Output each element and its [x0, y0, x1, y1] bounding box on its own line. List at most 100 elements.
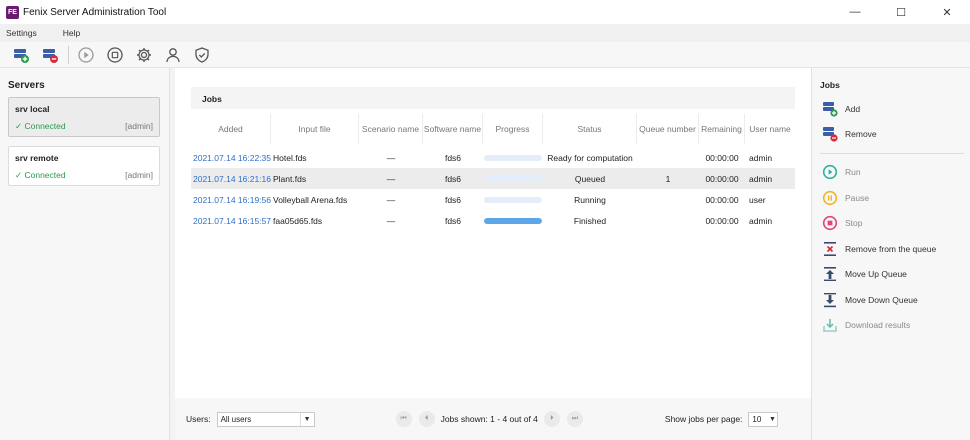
- table-row[interactable]: 2021.07.14 16:22:35 Hotel.fds — fds6 Ready f…: [191, 147, 795, 168]
- server-status: ✓ Connected: [15, 121, 66, 131]
- move-down-icon: [824, 293, 836, 308]
- add-server-button[interactable]: [10, 44, 32, 66]
- stop-server-button[interactable]: [104, 44, 126, 66]
- cell-queue-number: 1: [665, 173, 671, 184]
- cell-progress: [483, 210, 543, 231]
- cell-progress: [483, 147, 543, 168]
- cell-progress: [483, 168, 543, 189]
- cell-status: Ready for computation: [547, 152, 633, 163]
- remove-job-button[interactable]: Remove: [822, 125, 877, 143]
- stop-job-button[interactable]: Stop: [822, 214, 863, 232]
- remove-job-icon: [823, 127, 838, 142]
- progress-fill: [484, 217, 542, 224]
- cell-scenario-name: —: [386, 194, 396, 205]
- column-scenario-name[interactable]: Scenario name: [359, 114, 423, 144]
- server-status: ✓ Connected: [15, 170, 66, 180]
- cell-remaining: 00:00:00: [705, 215, 739, 226]
- column-added[interactable]: Added: [191, 114, 271, 144]
- minimize-button[interactable]: —: [832, 0, 878, 24]
- action-label: Remove: [845, 129, 877, 139]
- column-queue-number[interactable]: Queue number: [637, 114, 699, 144]
- server-role: [admin]: [125, 170, 153, 180]
- remove-server-icon: [43, 48, 58, 63]
- actions-separator: [820, 153, 964, 154]
- settings-button[interactable]: [133, 44, 155, 66]
- cell-input-file: faa05d65.fds: [273, 215, 323, 226]
- cell-user-name: admin: [749, 215, 773, 226]
- column-user-name[interactable]: User name: [745, 114, 795, 144]
- first-page-button[interactable]: ⏮: [395, 411, 412, 427]
- app-icon: FE: [6, 5, 19, 19]
- column-remaining[interactable]: Remaining: [699, 114, 745, 144]
- column-software-name[interactable]: Software name: [423, 114, 483, 144]
- previous-page-button[interactable]: ⏴: [418, 411, 435, 427]
- add-job-button[interactable]: Add: [822, 100, 860, 118]
- window-title: Fenix Server Administration Tool: [23, 6, 167, 18]
- per-page-select[interactable]: 10 ▼: [748, 411, 779, 427]
- remove-from-queue-button[interactable]: Remove from the queue: [822, 240, 936, 258]
- table-row[interactable]: 2021.07.14 16:15:57 faa05d65.fds — fds6 Fini…: [191, 210, 795, 231]
- cell-added: 2021.07.14 16:19:56: [193, 194, 271, 205]
- maximize-button[interactable]: ☐: [878, 0, 924, 24]
- action-label: Move Down Queue: [845, 295, 918, 305]
- security-button[interactable]: [191, 44, 213, 66]
- cell-user-name: admin: [749, 152, 773, 163]
- users-filter-select[interactable]: All users ▼: [216, 411, 315, 427]
- add-server-icon: [14, 48, 29, 63]
- jobs-shown-count: Jobs shown: 1 - 4 out of 4: [440, 414, 538, 424]
- jobs-table-header: Added Input file Scenario name Software …: [191, 114, 795, 144]
- run-icon: [78, 46, 94, 63]
- column-progress[interactable]: Progress: [483, 114, 543, 144]
- cell-scenario-name: —: [386, 152, 396, 163]
- jobs-footer: Users: All users ▼ ⏮ ⏴ Jobs shown: 1 - 4…: [175, 398, 811, 440]
- table-row[interactable]: 2021.07.14 16:21:16 Plant.fds — fds6 Queued 1…: [191, 168, 795, 189]
- title-bar: FE Fenix Server Administration Tool — ☐ …: [0, 0, 970, 24]
- column-status[interactable]: Status: [543, 114, 637, 144]
- gear-icon: [137, 47, 151, 62]
- job-actions-panel: Jobs Add Remove Run Pause Stop Remove fr…: [811, 68, 970, 440]
- download-icon: [823, 319, 837, 332]
- cell-remaining: 00:00:00: [705, 173, 739, 184]
- cell-status: Running: [574, 194, 606, 205]
- menu-help[interactable]: Help: [57, 28, 80, 38]
- pause-job-button[interactable]: Pause: [822, 189, 869, 207]
- move-down-queue-button[interactable]: Move Down Queue: [822, 291, 918, 309]
- stop-icon: [822, 215, 838, 231]
- cell-software-name: fds6: [444, 152, 462, 163]
- close-button[interactable]: ✕: [924, 0, 970, 24]
- run-icon: [822, 164, 838, 180]
- users-filter-label: Users:: [186, 414, 211, 424]
- cell-input-file: Hotel.fds: [273, 152, 307, 163]
- stop-icon: [107, 46, 123, 63]
- next-page-button[interactable]: ⏵: [543, 411, 560, 427]
- cell-queue-number: [637, 189, 699, 210]
- action-label: Add: [845, 104, 861, 114]
- cell-remaining: 00:00:00: [705, 152, 739, 163]
- users-filter-value: All users: [220, 414, 252, 424]
- last-page-button[interactable]: ⏭: [566, 411, 583, 427]
- cell-added: 2021.07.14 16:22:35: [193, 152, 271, 163]
- menu-settings[interactable]: Settings: [0, 28, 37, 38]
- server-card-remote[interactable]: srv remote ✓ Connected [admin]: [8, 146, 160, 186]
- run-server-button[interactable]: [75, 44, 97, 66]
- remove-server-button[interactable]: [39, 44, 61, 66]
- cell-progress: [483, 189, 543, 210]
- action-label: Stop: [845, 218, 863, 228]
- server-card-local[interactable]: srv local ✓ Connected [admin]: [8, 97, 160, 137]
- menu-bar: Settings Help: [0, 24, 970, 42]
- download-results-button[interactable]: Download results: [822, 316, 910, 334]
- cell-scenario-name: —: [386, 173, 396, 184]
- remove-from-queue-icon: [824, 242, 836, 256]
- table-row[interactable]: 2021.07.14 16:19:56 Volleyball Arena.fds —…: [191, 189, 795, 210]
- move-up-queue-button[interactable]: Move Up Queue: [822, 265, 907, 283]
- run-job-button[interactable]: Run: [822, 163, 861, 181]
- action-label: Pause: [845, 193, 870, 203]
- server-name: srv local: [15, 104, 50, 114]
- toolbar: [0, 42, 970, 68]
- server-role: [admin]: [125, 121, 153, 131]
- chevron-down-icon: ▼: [768, 415, 776, 423]
- cell-input-file: Volleyball Arena.fds: [273, 194, 348, 205]
- user-button[interactable]: [162, 44, 184, 66]
- column-input-file[interactable]: Input file: [271, 114, 359, 144]
- progress-bar: [484, 217, 542, 224]
